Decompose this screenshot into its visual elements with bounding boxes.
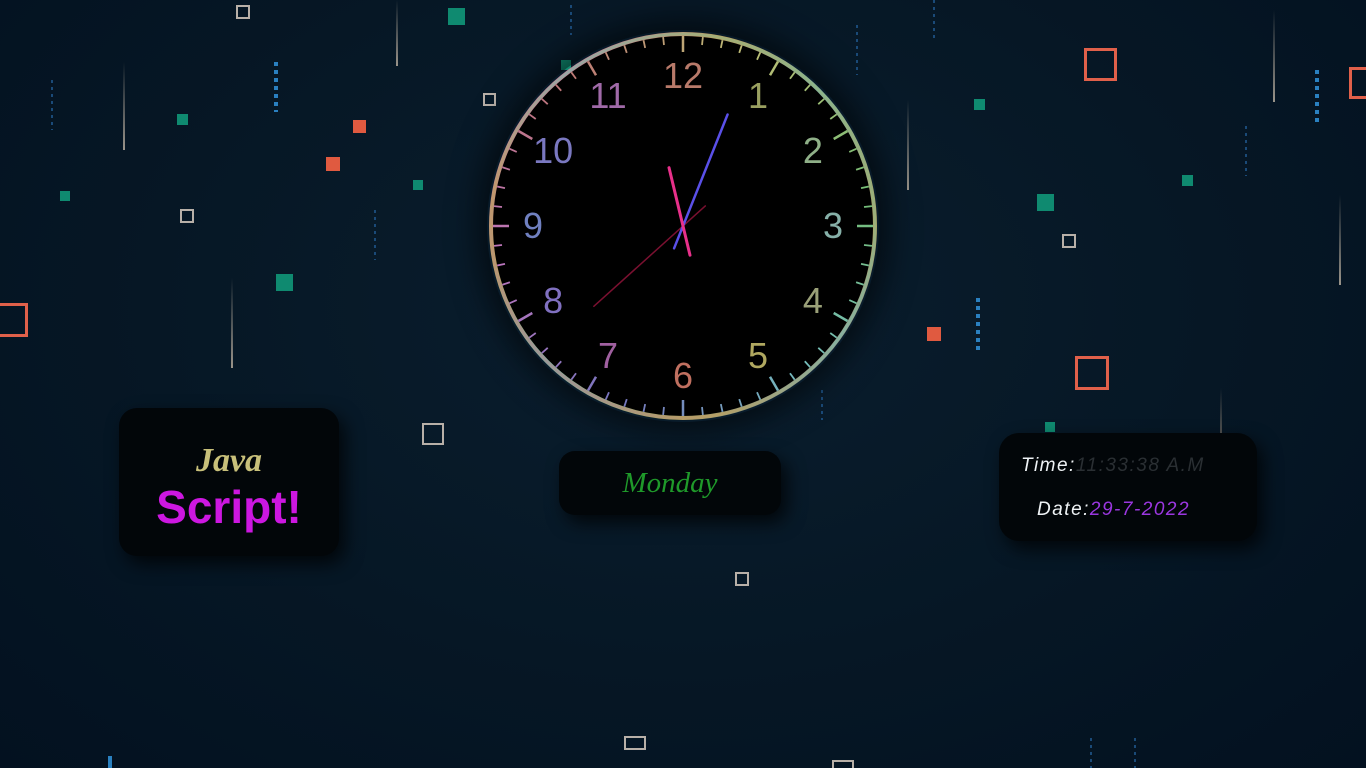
clock-face: 12 1234567891011 (489, 32, 877, 420)
bg-square (60, 191, 70, 201)
bg-square (276, 274, 293, 291)
bg-square (1182, 175, 1193, 186)
bg-streak (907, 100, 909, 190)
bg-streak (1273, 10, 1275, 102)
bg-square (326, 157, 340, 171)
clock-numeral-7: 7 (598, 335, 618, 376)
clock-numeral-8: 8 (543, 280, 563, 321)
day-card: Monday (559, 451, 781, 515)
bg-dot-column (1134, 738, 1136, 768)
analog-clock: 12 1 2 3 4 5 6 7 8 9 10 11 (487, 30, 879, 422)
bg-square (1037, 194, 1054, 211)
bg-square-outline (0, 303, 28, 337)
time-label: Time: (1021, 455, 1076, 476)
javascript-card: Java Script! (119, 408, 339, 556)
bg-square-outline (624, 736, 646, 750)
bg-square (1045, 422, 1055, 432)
date-row: Date:29-7-2022 (1037, 499, 1190, 521)
clock-numeral-3: 3 (823, 205, 843, 246)
bg-square-outline (832, 760, 854, 768)
clock-numeral-2: 2 (803, 130, 823, 171)
clock-numeral-12: 12 (663, 55, 703, 96)
bg-square (927, 327, 941, 341)
bg-square-outline (1349, 67, 1366, 99)
clock-tick (493, 205, 503, 208)
bg-square-outline (422, 423, 444, 445)
bg-streak (123, 62, 125, 150)
bg-dot-column (976, 298, 980, 350)
bg-square-outline (1084, 48, 1117, 81)
bg-square (353, 120, 366, 133)
day-name: Monday (622, 467, 718, 499)
bg-square-outline (236, 5, 250, 19)
bg-square (448, 8, 465, 25)
bg-streak (1339, 195, 1341, 285)
bg-square (974, 99, 985, 110)
bg-dot-column (1090, 738, 1092, 768)
clock-tick (662, 36, 665, 46)
clock-numeral-10: 10 (533, 130, 573, 171)
bg-dot-column (108, 756, 112, 768)
bg-dot-column (274, 62, 278, 112)
bg-square-outline (1075, 356, 1109, 390)
clock-tick (493, 244, 503, 247)
javascript-card-line1: Java (195, 442, 263, 479)
bg-square (177, 114, 188, 125)
desktop-background: 12 1 2 3 4 5 6 7 8 9 10 11 Java Script! Monday Time… (0, 0, 1366, 768)
clock-numeral-11: 11 (589, 75, 626, 116)
clock-numeral-1: 1 (748, 75, 768, 116)
bg-square-outline (1062, 234, 1076, 248)
clock-numeral-5: 5 (748, 335, 768, 376)
bg-streak (231, 278, 233, 368)
bg-square-outline (180, 209, 194, 223)
clock-numeral-9: 9 (523, 205, 543, 246)
javascript-card-line2: Script! (156, 481, 302, 533)
time-value: 11:33:38 A.M (1075, 455, 1205, 476)
clock-tick (701, 406, 704, 416)
clock-numeral-4: 4 (803, 280, 823, 321)
bg-dot-column (1315, 70, 1319, 124)
clock-tick (701, 36, 704, 46)
date-value: 29-7-2022 (1089, 499, 1191, 520)
clock-numeral-6: 6 (673, 355, 693, 396)
date-label: Date: (1037, 499, 1090, 520)
bg-dot-column (933, 0, 935, 40)
clock-tick (863, 244, 873, 247)
bg-dot-column (1245, 126, 1247, 176)
datetime-card: Time:11:33:38 A.M Date:29-7-2022 (999, 433, 1257, 541)
bg-square (413, 180, 423, 190)
bg-streak (396, 0, 398, 66)
clock-tick (662, 406, 665, 416)
bg-dot-column (51, 80, 53, 130)
clock-tick (863, 205, 873, 208)
time-row: Time:11:33:38 A.M (1021, 455, 1205, 477)
bg-square-outline (735, 572, 749, 586)
bg-dot-column (374, 210, 376, 260)
